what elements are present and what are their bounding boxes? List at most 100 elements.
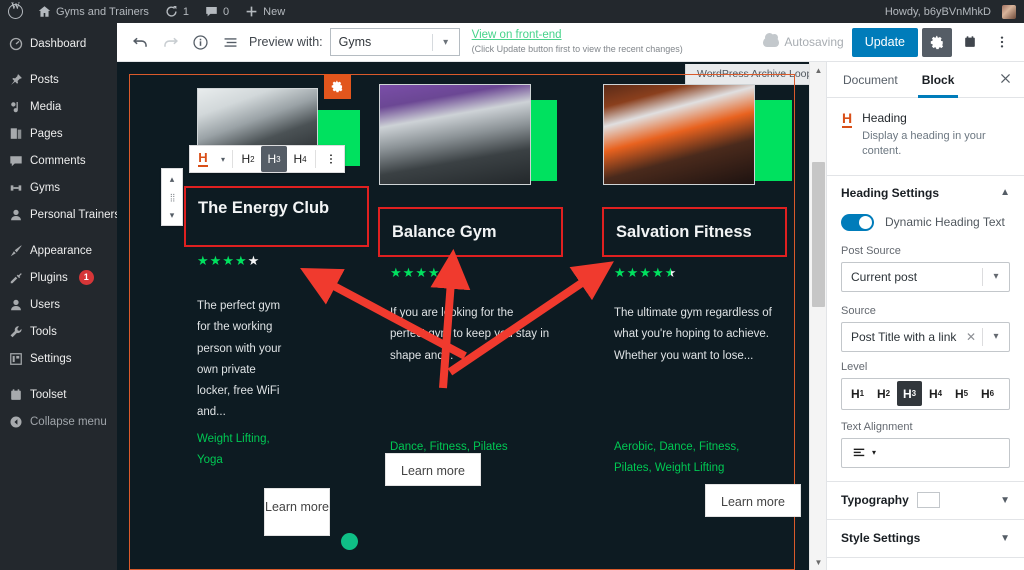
site-name-menu-item[interactable]: Gyms and Trainers [30, 0, 157, 23]
level-h5-button[interactable]: H5 [949, 381, 974, 406]
view-on-front-end-link[interactable]: View on front-end [472, 29, 683, 42]
dashboard-icon [8, 36, 23, 51]
close-icon[interactable] [999, 72, 1012, 88]
sidebar-item-label: Media [30, 101, 61, 113]
star-filled: ★ [428, 265, 441, 280]
star-filled: ★ [639, 265, 652, 280]
kebab-menu-icon[interactable] [318, 146, 344, 172]
sidebar-item-settings[interactable]: Settings [0, 345, 117, 372]
heading-level-h2-button[interactable]: H2 [235, 146, 261, 172]
typography-swatch[interactable] [917, 492, 940, 508]
heading-block-highlight[interactable]: Salvation Fitness [602, 207, 787, 257]
close-x-icon[interactable]: ✕ [960, 330, 982, 344]
comment-bubble-icon [205, 5, 218, 18]
toolbar-separator [315, 150, 316, 168]
style-settings-section-header[interactable]: Style Settings ▼ [827, 520, 1024, 557]
account-menu-item[interactable]: Howdy, b6yBVnMhkD [877, 0, 1024, 23]
advanced-section-header[interactable]: Advanced ▼ [827, 558, 1024, 570]
woman-lifting-barbell-photo[interactable] [603, 84, 755, 185]
wp-logo-menu-item[interactable] [0, 0, 30, 23]
post-source-select[interactable]: Current post ▾ [841, 262, 1010, 292]
block-title: Heading [862, 111, 1011, 125]
preview-with-select[interactable]: Gyms ▾ [330, 28, 460, 56]
drag-handle-icon[interactable]: ⣿ [170, 189, 175, 205]
level-h6-button[interactable]: H6 [975, 381, 1000, 406]
heading-block-highlight[interactable]: The Energy Club [184, 186, 369, 247]
undo-icon[interactable] [125, 27, 155, 57]
sidebar-item-comments[interactable]: Comments [0, 147, 117, 174]
heading-block-highlight[interactable]: Balance Gym [378, 207, 563, 257]
sidebar-item-media[interactable]: Media [0, 93, 117, 120]
heading-level-h3-button[interactable]: H3 [261, 146, 287, 172]
comments-menu-item[interactable]: 0 [197, 0, 237, 23]
sidebar-tabs: Document Block [827, 62, 1024, 98]
media-icon [8, 99, 23, 114]
scrollbar-thumb[interactable] [812, 162, 825, 307]
scroll-up-icon[interactable]: ▲ [810, 62, 827, 78]
archive-loop-cards: The Energy Club ★★★★★ The perfect gym fo… [117, 62, 809, 570]
chevron-down-icon[interactable]: ▾ [161, 205, 183, 225]
list-view-icon[interactable] [215, 27, 245, 57]
learn-more-button[interactable]: Learn more [264, 488, 330, 536]
scroll-down-icon[interactable]: ▼ [810, 554, 827, 570]
star-filled: ★ [210, 253, 223, 268]
info-icon[interactable] [185, 27, 215, 57]
typography-section-header[interactable]: Typography ▼ [827, 482, 1024, 519]
dynamic-heading-toggle-row[interactable]: Dynamic Heading Text [827, 210, 1024, 245]
gym-weights-room-photo[interactable] [379, 84, 531, 185]
sidebar-item-appearance[interactable]: Appearance [0, 237, 117, 264]
heading-level-h4-button[interactable]: H4 [287, 146, 313, 172]
heading-H-icon: H [842, 111, 852, 128]
sidebar-item-plugins[interactable]: Plugins 1 [0, 264, 117, 291]
gear-icon[interactable] [922, 28, 952, 57]
level-h3-button[interactable]: H3 [897, 381, 922, 406]
card-excerpt: The ultimate gym regardless of what you'… [614, 303, 776, 367]
sidebar-item-personal-trainers[interactable]: Personal Trainers [0, 201, 117, 228]
sidebar-item-tools[interactable]: Tools [0, 318, 117, 345]
block-toolbar: H ▾ H2 H3 H4 [189, 145, 345, 173]
canvas-scrollbar[interactable]: ▲ ▼ [809, 62, 826, 570]
level-h1-button[interactable]: H1 [845, 381, 870, 406]
sidebar-item-collapse-menu[interactable]: Collapse menu [0, 408, 117, 435]
editor-toolbar: Preview with: Gyms ▾ View on front-end (… [117, 23, 1024, 62]
text-alignment-select[interactable]: ▾ [841, 438, 1010, 468]
sidebar-item-toolset[interactable]: Toolset [0, 381, 117, 408]
chevron-up-icon[interactable]: ▴ [161, 169, 183, 189]
source-select[interactable]: Post Title with a link ✕ ▾ [841, 322, 1010, 352]
learn-more-button[interactable]: Learn more [705, 484, 801, 517]
updates-menu-item[interactable]: 1 [157, 0, 197, 23]
dynamic-heading-toggle[interactable] [841, 214, 874, 231]
update-button[interactable]: Update [852, 28, 918, 57]
heading-block-type-button[interactable]: H [190, 146, 216, 172]
card-taxonomies[interactable]: Aerobic, Dance, Fitness, Pilates, Weight… [614, 437, 779, 478]
pages-icon [8, 126, 23, 141]
star-filled: ★ [235, 253, 248, 268]
sidebar-item-users[interactable]: Users [0, 291, 117, 318]
sidebar-item-pages[interactable]: Pages [0, 120, 117, 147]
heading-level-group: H1 H2 H3 H4 H5 H6 [841, 378, 1010, 410]
card-taxonomies[interactable]: Weight Lifting, Yoga [197, 429, 289, 470]
tab-document[interactable]: Document [839, 62, 902, 98]
learn-more-button[interactable]: Learn more [385, 453, 481, 486]
tab-block[interactable]: Block [918, 62, 959, 98]
star-filled: ★ [390, 265, 403, 280]
sidebar-item-label: Gyms [30, 182, 60, 194]
level-h4-button[interactable]: H4 [923, 381, 948, 406]
heading-settings-section-header[interactable]: Heading Settings ▲ [827, 176, 1024, 210]
block-type-caret[interactable]: ▾ [216, 146, 230, 172]
kebab-menu-icon[interactable] [988, 28, 1016, 57]
toolset-g-icon[interactable]: toolset-g-icon [341, 533, 358, 550]
chevron-down-icon: ▼ [1000, 495, 1010, 506]
sidebar-item-gyms[interactable]: Gyms [0, 174, 117, 201]
card-title: Salvation Fitness [604, 209, 785, 255]
rating-stars: ★★★★★ [614, 265, 677, 281]
sidebar-item-dashboard[interactable]: Dashboard [0, 30, 117, 57]
toolset-icon[interactable] [956, 28, 984, 57]
spacer [827, 410, 1024, 421]
redo-icon[interactable] [155, 27, 185, 57]
source-field: Source Post Title with a link ✕ ▾ [827, 305, 1024, 352]
sidebar-item-label: Plugins [30, 272, 68, 284]
new-content-menu-item[interactable]: New [237, 0, 293, 23]
sidebar-item-posts[interactable]: Posts [0, 66, 117, 93]
level-h2-button[interactable]: H2 [871, 381, 896, 406]
